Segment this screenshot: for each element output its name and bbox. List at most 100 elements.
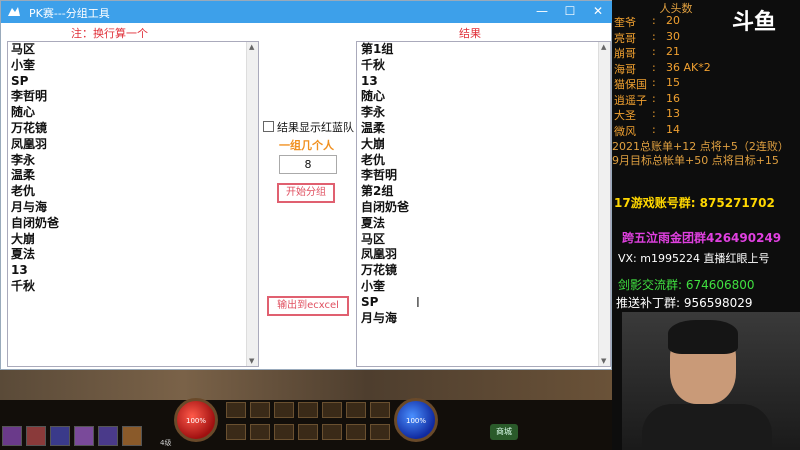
checkbox-box[interactable]	[263, 121, 274, 132]
score-name: 奎爷	[614, 16, 636, 29]
list-item: 随心	[361, 89, 386, 104]
score-separator: :	[652, 91, 656, 105]
list-item: 13	[11, 263, 28, 278]
list-item: 李哲明	[361, 168, 398, 183]
skill-slot[interactable]	[226, 402, 246, 418]
score-name: 海哥	[614, 62, 636, 76]
streamer-hair	[668, 320, 738, 354]
mall-button[interactable]: 商城	[490, 424, 518, 440]
skill-slot[interactable]	[346, 424, 366, 440]
mp-text: 100%	[405, 417, 426, 425]
result-textarea[interactable]: 第1组 千秋 13 随心 李永 温柔 大崩 老仇 李哲明 第2组 自闭奶爸 夏法 马区 凤凰羽 万花镜 小奎 S…	[356, 41, 611, 367]
list-item: 李永	[11, 152, 36, 167]
list-item: 马区	[361, 231, 386, 246]
list-item: 千秋	[361, 57, 386, 72]
score-name: 逍遥子	[614, 93, 647, 107]
minimize-button[interactable]: —	[527, 1, 557, 23]
skill-slot[interactable]	[274, 424, 294, 440]
vx-contact: VX: m1995224 直播红眼上号	[618, 252, 770, 265]
score-name: 崩哥	[614, 47, 636, 60]
text-cursor-icon: I	[416, 296, 420, 311]
skill-slot[interactable]	[274, 402, 294, 418]
checkbox-label: 结果显示红蓝队	[277, 121, 354, 134]
skill-slot[interactable]	[370, 424, 390, 440]
list-item: 月与海	[361, 310, 398, 325]
score-row: 逍遥子 :16	[614, 92, 680, 108]
title-bar[interactable]: PK赛---分组工具 — ☐ ✕	[1, 1, 613, 23]
maximize-button[interactable]: ☐	[555, 1, 585, 23]
score-value: 36 AK*2	[666, 60, 711, 74]
list-item: 自闭奶爸	[11, 215, 60, 230]
score-row: 海哥 :36 AK*2	[614, 61, 711, 77]
result-list-scrollbar[interactable]: ▲ ▼	[598, 42, 610, 366]
scroll-up-icon[interactable]: ▲	[249, 43, 254, 51]
window-title: PK赛---分组工具	[29, 7, 110, 20]
list-item: 大崩	[361, 136, 386, 151]
list-item: 老仇	[361, 152, 386, 167]
scroll-down-icon[interactable]: ▼	[601, 357, 606, 365]
skill-icon[interactable]	[2, 426, 22, 446]
export-excel-button[interactable]: 输出到ecxcel	[267, 296, 349, 316]
list-item: SP	[361, 294, 379, 309]
input-names-textarea[interactable]: 马区 小奎 SP 李哲明 随心 万花镜 凤凰羽 李永 温柔 老仇 月与海 自闭奶爸 大崩 夏法 13 千秋 ▲…	[7, 41, 259, 367]
close-button[interactable]: ✕	[583, 1, 613, 23]
score-separator: :	[652, 29, 656, 43]
list-item: 老仇	[11, 184, 36, 199]
skill-slot[interactable]	[298, 402, 318, 418]
game-account-group: 17游戏账号群: 875271702	[614, 196, 775, 210]
skill-slot[interactable]	[226, 424, 246, 440]
skill-icon[interactable]	[122, 426, 142, 446]
score-name: 微风	[614, 124, 636, 138]
hp-text: 100%	[185, 417, 206, 425]
app-window: PK赛---分组工具 — ☐ ✕ 注：换行算一个 结果 马区 小奎 SP 李哲明 随心万…	[0, 0, 613, 370]
list-item: 夏法	[361, 215, 386, 230]
start-grouping-button[interactable]: 开始分组	[277, 183, 335, 203]
gold-team-group: 跨五泣雨金团群426490249	[622, 231, 782, 245]
mp-orb: 100%	[394, 398, 438, 442]
list-item: 自闭奶爸	[361, 199, 410, 214]
skill-slot[interactable]	[250, 402, 270, 418]
window-client-area: 注：换行算一个 结果 马区 小奎 SP 李哲明 随心 万花镜 凤凰羽 李永 温柔 老仇 月与海 自闭奶…	[1, 23, 611, 369]
skill-icon[interactable]	[26, 426, 46, 446]
score-value: 13	[666, 107, 680, 120]
score-separator: :	[652, 76, 656, 89]
list-item: SP	[11, 73, 29, 88]
skill-slot[interactable]	[250, 424, 270, 440]
score-name: 亮哥	[614, 31, 636, 45]
skill-slot[interactable]	[322, 424, 342, 440]
skill-slot[interactable]	[370, 402, 390, 418]
input-list-scrollbar[interactable]: ▲ ▼	[246, 42, 258, 366]
score-name: 猫保国	[614, 78, 647, 91]
skill-slot[interactable]	[322, 402, 342, 418]
skill-icon[interactable]	[50, 426, 70, 446]
score-value: 16	[666, 91, 680, 105]
score-row: 亮哥 :30	[614, 30, 680, 46]
skill-icon[interactable]	[98, 426, 118, 446]
input-names-list: 马区 小奎 SP 李哲明 随心 万花镜 凤凰羽 李永 温柔 老仇 月与海 自闭奶爸 大崩 夏法 13 千秋	[8, 42, 246, 366]
score-row: 崩哥 :21	[614, 45, 680, 61]
result-list: 第1组 千秋 13 随心 李永 温柔 大崩 老仇 李哲明 第2组 自闭奶爸 夏法 马区 凤凰羽 万花镜 小奎 S…	[357, 42, 597, 366]
skill-slot[interactable]	[346, 402, 366, 418]
list-item: 温柔	[11, 168, 36, 183]
red-blue-checkbox[interactable]: 结果显示红蓝队	[263, 119, 354, 135]
patch-push-group: 推送补丁群: 956598029	[616, 296, 753, 310]
score-value: 30	[666, 29, 680, 43]
group-size-input[interactable]: 8	[279, 155, 337, 174]
score-separator: :	[652, 45, 656, 58]
scroll-down-icon[interactable]: ▼	[249, 357, 254, 365]
list-item: 小奎	[11, 57, 36, 72]
score-separator: :	[652, 107, 656, 120]
score-separator: :	[652, 60, 656, 74]
bill-line-2: 9月目标总帐单+50 点将目标+15	[612, 154, 779, 167]
scroll-up-icon[interactable]: ▲	[601, 43, 606, 51]
skill-icon[interactable]	[74, 426, 94, 446]
list-item: 李永	[361, 105, 386, 120]
score-row: 微风 :14	[614, 123, 680, 139]
list-item: 月与海	[11, 199, 48, 214]
skill-slot[interactable]	[298, 424, 318, 440]
hp-orb: 100%	[174, 398, 218, 442]
list-item: 万花镜	[361, 263, 398, 278]
list-item: 千秋	[11, 278, 36, 293]
score-value: 20	[666, 14, 680, 27]
list-item: 马区	[11, 42, 36, 56]
